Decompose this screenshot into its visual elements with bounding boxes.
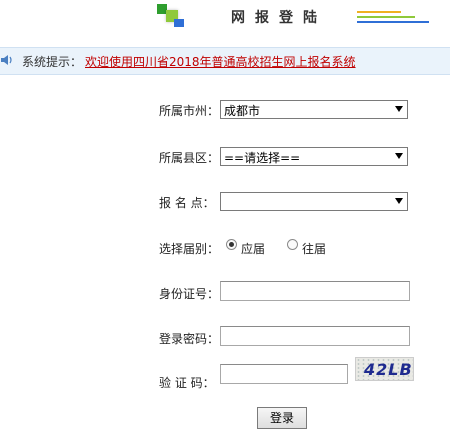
- county-select[interactable]: ==请选择==: [220, 147, 408, 166]
- dropdown-arrow-icon: [395, 153, 403, 159]
- password-label: 登录密码：: [159, 332, 220, 346]
- captcha-image[interactable]: 42LB: [355, 357, 414, 381]
- page-title: 网报登陆: [231, 10, 327, 26]
- login-button[interactable]: 登录: [257, 407, 307, 429]
- captcha-image-text: 42LB: [364, 360, 413, 379]
- city-label: 所属市州：: [159, 104, 220, 118]
- city-select-value: 成都市: [224, 104, 261, 118]
- grade-label: 选择届别：: [159, 242, 220, 256]
- id-number-input[interactable]: [220, 281, 410, 301]
- city-select[interactable]: 成都市: [220, 100, 408, 119]
- grade-radio-previous-label: 往届: [302, 242, 327, 256]
- title-decoration-lines: [357, 11, 429, 25]
- id-number-label: 身份证号：: [159, 287, 220, 301]
- dropdown-arrow-icon: [395, 198, 403, 204]
- notice-bar: 系统提示： 欢迎使用四川省2018年普通高校招生网上报名系统: [0, 47, 450, 75]
- captcha-input[interactable]: [220, 364, 348, 384]
- notice-label: 系统提示：: [22, 55, 83, 69]
- captcha-label: 验 证 码：: [159, 376, 215, 390]
- grade-radio-current-label: 应届: [241, 242, 266, 256]
- logo-icon: [157, 4, 184, 28]
- site-label: 报 名 点：: [159, 196, 215, 210]
- county-label: 所属县区：: [159, 151, 220, 165]
- dropdown-arrow-icon: [395, 106, 403, 112]
- password-input[interactable]: [220, 326, 410, 346]
- grade-radio-previous[interactable]: [287, 239, 298, 250]
- grade-radio-current[interactable]: [226, 239, 237, 250]
- notice-link[interactable]: 欢迎使用四川省2018年普通高校招生网上报名系统: [85, 53, 356, 70]
- site-select[interactable]: [220, 192, 408, 211]
- county-select-value: ==请选择==: [224, 151, 301, 165]
- speaker-icon: [1, 55, 12, 65]
